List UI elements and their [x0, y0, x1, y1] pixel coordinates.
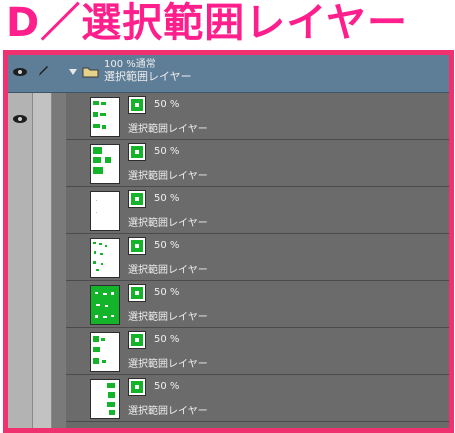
- layer-row[interactable]: 50 % 選択範囲レイヤー: [66, 234, 449, 281]
- layer-name: 選択範囲レイヤー: [128, 312, 208, 323]
- layer-opacity: 50 %: [154, 193, 180, 204]
- layer-opacity: 50 %: [154, 334, 180, 345]
- layer-panel: 100 %通常 選択範囲レイヤー 50 % 選択範囲レイヤー 50 % 選択範囲…: [3, 50, 454, 433]
- layer-name: 選択範囲レイヤー: [128, 218, 208, 229]
- layer-thumbnail: [90, 238, 120, 278]
- layer-thumbnail: [90, 97, 120, 137]
- layer-name: 選択範囲レイヤー: [128, 406, 208, 417]
- layer-row[interactable]: 50 % 選択範囲レイヤー: [66, 140, 449, 187]
- layer-opacity: 50 %: [154, 240, 180, 251]
- eye-icon[interactable]: [13, 68, 27, 76]
- eye-icon[interactable]: [13, 115, 27, 123]
- visibility-column: [8, 55, 33, 428]
- layer-row[interactable]: 50 % 選択範囲レイヤー: [66, 93, 449, 140]
- folder-name: 選択範囲レイヤー: [104, 70, 192, 83]
- layer-thumbnail: [90, 379, 120, 419]
- layer-thumbnail: [90, 332, 120, 372]
- layer-row[interactable]: 50 % 選択範囲レイヤー: [66, 187, 449, 234]
- layer-name: 選択範囲レイヤー: [128, 171, 208, 182]
- layer-opacity: 50 %: [154, 287, 180, 298]
- layer-name: 選択範囲レイヤー: [128, 265, 208, 276]
- layer-row[interactable]: 50 % 選択範囲レイヤー: [66, 375, 449, 422]
- selection-layer-icon: [128, 96, 146, 114]
- layer-row[interactable]: 50 % 選択範囲レイヤー: [66, 328, 449, 375]
- layer-thumbnail: [90, 191, 120, 231]
- selection-layer-icon: [128, 331, 146, 349]
- layer-opacity: 50 %: [154, 146, 180, 157]
- selection-layer-icon: [128, 190, 146, 208]
- layer-opacity: 50 %: [154, 381, 180, 392]
- layer-thumbnail: [90, 285, 120, 325]
- selection-layer-icon: [128, 378, 146, 396]
- chevron-down-icon[interactable]: [69, 69, 77, 75]
- layer-thumbnail: [90, 144, 120, 184]
- layer-row[interactable]: 50 % 選択範囲レイヤー: [66, 281, 449, 328]
- layer-name: 選択範囲レイヤー: [128, 124, 208, 135]
- selection-layer-icon: [128, 143, 146, 161]
- page-title: D／選択範囲レイヤー: [6, 0, 409, 46]
- layer-folder-row[interactable]: 100 %通常 選択範囲レイヤー: [8, 55, 449, 93]
- layer-name: 選択範囲レイヤー: [128, 359, 208, 370]
- selection-layer-icon: [128, 284, 146, 302]
- selection-layer-icon: [128, 237, 146, 255]
- pen-icon[interactable]: [37, 65, 49, 77]
- indent-column: [52, 55, 66, 428]
- edit-column: [33, 55, 52, 428]
- layer-opacity: 50 %: [154, 99, 180, 110]
- folder-icon: [82, 67, 99, 78]
- folder-opacity-blend: 100 %通常: [104, 59, 156, 70]
